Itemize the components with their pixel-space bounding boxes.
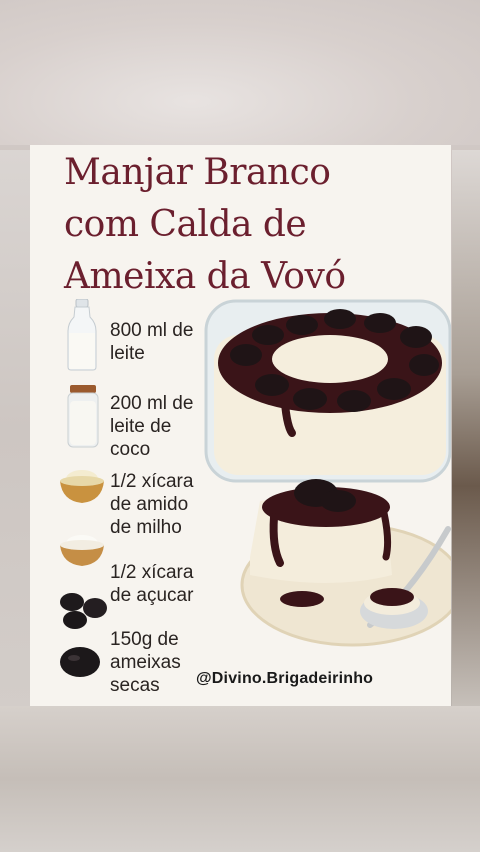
blurred-background-top bbox=[0, 0, 480, 145]
title-line-2: com Calda de bbox=[64, 204, 307, 245]
recipe-title: Manjar Branco com Calda de Ameixa da Vov… bbox=[64, 147, 444, 303]
instagram-handle: @Divino.Brigadeirinho bbox=[196, 670, 374, 687]
cornstarch-bowl-icon bbox=[58, 465, 106, 505]
dessert-illustration bbox=[180, 295, 451, 650]
coconut-milk-jar-icon bbox=[66, 385, 100, 449]
title-line-1: Manjar Branco bbox=[64, 152, 331, 193]
blurred-background-left bbox=[0, 150, 30, 710]
recipe-card: Manjar Branco com Calda de Ameixa da Vov… bbox=[30, 145, 451, 706]
prunes-icon bbox=[58, 590, 112, 682]
sugar-bowl-icon bbox=[58, 530, 106, 568]
milk-bottle-icon bbox=[66, 299, 98, 371]
blurred-background-bottom bbox=[0, 706, 480, 852]
ingredient-prunes: 150g de ameixas secas bbox=[110, 629, 181, 696]
blurred-background-right bbox=[452, 150, 480, 710]
